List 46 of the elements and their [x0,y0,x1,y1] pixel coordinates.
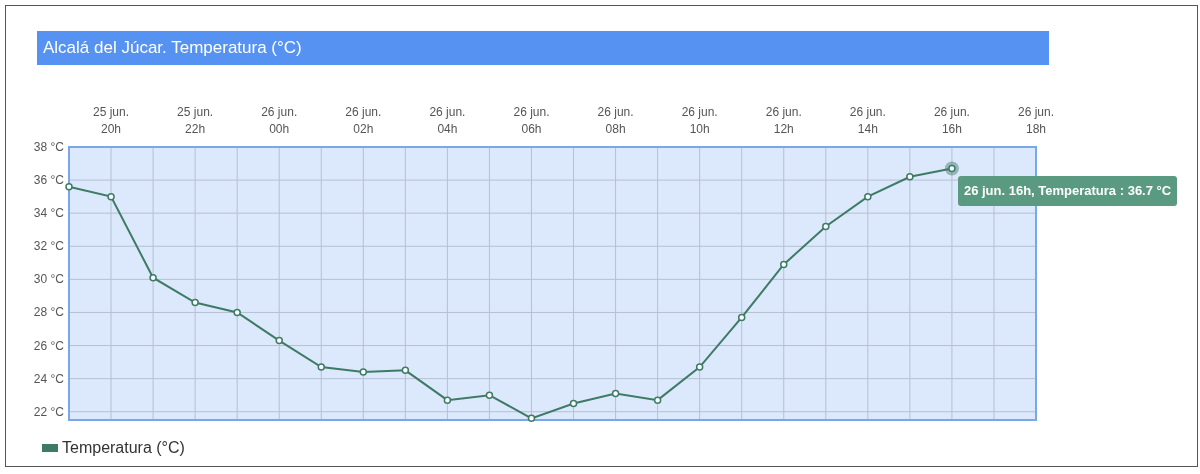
data-point [653,396,662,404]
data-point [569,399,578,408]
data-point [485,391,494,399]
axis-label: 30 °C [32,272,64,287]
axis-label: 26 °C [32,338,64,353]
data-point [317,363,325,371]
axis-label: 26 jun. 10h [680,104,719,138]
axis-label: 26 jun. 18h [1017,104,1055,138]
axis-label: 26 jun. 04h [428,104,467,138]
axis-label: 34 °C [32,206,64,221]
axis-label: 22 °C [32,404,64,419]
data-point [359,368,368,376]
data-point [906,173,914,181]
data-point [65,182,73,191]
data-point [695,363,704,371]
axis-label: 24 °C [32,371,64,386]
axis-label: 26 jun. 14h [848,104,887,138]
data-point [780,260,788,269]
tooltip: 26 jun. 16h, Temperatura : 36.7 °C [957,175,1178,206]
data-point [275,336,283,345]
data-point [443,396,452,404]
axis-label: 26 jun. 08h [596,104,635,138]
axis-label: 36 °C [32,173,64,188]
data-point [401,366,410,375]
axis-label: 26 jun. 06h [512,104,551,138]
axis-label: 38 °C [32,140,64,154]
axis-label: 25 jun. 20h [92,104,131,138]
data-point [233,308,241,317]
axis-label: 26 jun. 02h [344,104,383,138]
axis-label: 26 jun. 12h [764,104,803,138]
axis-label: 28 °C [32,305,64,320]
data-point [149,273,157,282]
data-point [611,389,620,398]
legend-label: Temperatura (°C) [62,438,185,458]
data-point [527,414,536,423]
data-point [191,298,199,307]
axis-label: 26 jun. 00h [260,104,299,138]
data-point [864,192,872,201]
axis-label: 32 °C [32,239,64,254]
data-point [948,164,956,173]
axis-label: 26 jun. 16h [932,104,971,138]
data-point [822,222,830,231]
chart-title: Alcalá del Júcar. Temperatura (°C) [37,31,1049,65]
axis-label: 25 jun. 22h [176,104,215,138]
data-point [737,313,746,322]
data-point [107,192,115,201]
